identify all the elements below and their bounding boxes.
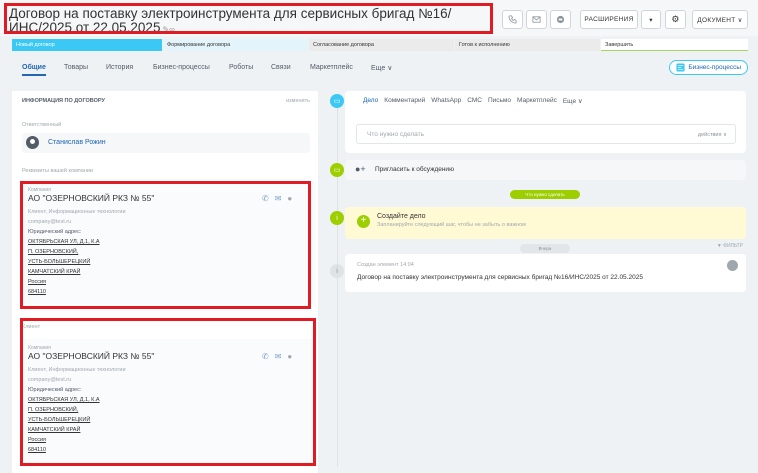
edit-info-link[interactable]: изменить	[286, 98, 310, 104]
flow-icon	[676, 63, 685, 72]
tab-business-processes[interactable]: Бизнес-процессы	[153, 64, 210, 71]
add-user-icon: ●+	[355, 164, 366, 174]
history-item-text: Договор на поставку электроинструмента д…	[357, 274, 643, 281]
business-processes-button[interactable]: Бизнес-процессы	[669, 60, 748, 75]
tab-sms[interactable]: СМС	[467, 97, 482, 105]
editor-tabs: Дело Комментарий WhatsApp СМС Письмо Мар…	[363, 97, 583, 105]
tab-more[interactable]: Еще ∨	[563, 97, 583, 105]
date-divider: Вчера	[520, 244, 570, 253]
tab-bar: Общие Товары История Бизнес-процессы Роб…	[12, 58, 752, 80]
created-time: 14:04	[400, 262, 414, 268]
tab-general[interactable]: Общие	[22, 64, 46, 76]
mail-icon[interactable]	[526, 10, 547, 29]
actions-dropdown[interactable]: действия ∨	[698, 132, 727, 138]
stage-finish[interactable]: Завершить	[601, 39, 748, 51]
top-bar: Договор на поставку электроинструмента д…	[0, 0, 758, 36]
responsible-label: Ответственный	[22, 122, 62, 128]
timeline-panel: ▭ ▭ i i Дело Комментарий WhatsApp СМС Пи…	[327, 91, 747, 473]
invite-to-discussion[interactable]: ●+ Пригласить к обсуждению	[345, 160, 746, 180]
info-heading: ИНФОРМАЦИЯ ПО ДОГОВОРУ	[22, 98, 105, 104]
created-label: Создан элемент	[357, 262, 399, 268]
phone-icon-glyph	[508, 15, 517, 24]
create-activity-block[interactable]: + Создайте дело Запланируйте следующий ш…	[345, 207, 746, 239]
tab-comment[interactable]: Комментарий	[384, 97, 425, 105]
comment-icon: ▭	[330, 163, 344, 177]
stage-bar: Новый договор Формирование договора Согл…	[12, 39, 752, 51]
stage-approval[interactable]: Согласование договора	[309, 39, 454, 51]
filter-button[interactable]: ▼ ФИЛЬТР	[717, 243, 743, 249]
document-button[interactable]: ДОКУМЕНТ ∨	[692, 10, 748, 29]
tab-links[interactable]: Связи	[271, 64, 291, 71]
stage-ready[interactable]: Готов к исполнению	[455, 39, 600, 51]
activity-icon: ▭	[330, 94, 344, 108]
invite-label: Пригласить к обсуждению	[375, 166, 454, 173]
phone-icon[interactable]	[502, 10, 523, 29]
todo-input[interactable]: Что нужно сделать действия ∨	[356, 124, 736, 144]
tab-activity[interactable]: Дело	[363, 97, 378, 105]
plus-icon[interactable]: +	[357, 215, 370, 228]
stage-forming[interactable]: Формирование договора	[163, 39, 308, 51]
responsible-field[interactable]: Станислав Рожин	[22, 133, 310, 153]
activity-editor: Дело Комментарий WhatsApp СМС Письмо Мар…	[345, 91, 746, 153]
create-activity-title: Создайте дело	[377, 213, 426, 220]
tab-marketplace[interactable]: Маркетплейс	[517, 97, 557, 105]
tab-goods[interactable]: Товары	[64, 64, 88, 71]
stage-new[interactable]: Новый договор	[12, 39, 162, 51]
info-icon: i	[330, 264, 344, 278]
tab-whatsapp[interactable]: WhatsApp	[431, 97, 461, 105]
extensions-dropdown-button[interactable]: ▾	[641, 10, 661, 29]
responsible-name[interactable]: Станислав Рожин	[48, 139, 106, 146]
chat-icon-glyph	[556, 15, 565, 24]
tab-more[interactable]: Еще ∨	[371, 64, 392, 72]
history-item-header: Создан элемент 14:04	[357, 262, 414, 268]
todo-pill: Что нужно сделать	[510, 190, 580, 199]
tab-email[interactable]: Письмо	[488, 97, 511, 105]
history-item: Создан элемент 14:04 Договор на поставку…	[345, 254, 746, 292]
mail-icon-glyph	[532, 16, 541, 23]
info-icon: i	[330, 211, 344, 225]
extensions-button[interactable]: РАСШИРЕНИЯ	[580, 10, 638, 29]
timeline-line	[337, 97, 338, 467]
business-processes-label: Бизнес-процессы	[688, 64, 741, 71]
todo-placeholder: Что нужно сделать	[367, 131, 424, 138]
requisites-label: Реквизиты вашей компании	[22, 168, 93, 174]
tab-robots[interactable]: Роботы	[229, 64, 253, 71]
avatar	[26, 136, 39, 149]
create-activity-hint: Запланируйте следующий шаг, чтобы не заб…	[377, 222, 526, 228]
tab-marketplace[interactable]: Маркетплейс	[310, 64, 353, 71]
highlight-box-client	[20, 318, 316, 466]
title-highlight-box	[4, 3, 493, 34]
avatar	[727, 260, 738, 271]
settings-icon[interactable]: ⚙	[665, 10, 686, 29]
chat-icon[interactable]	[550, 10, 571, 29]
highlight-box-company	[20, 181, 311, 309]
tab-history[interactable]: История	[106, 64, 133, 71]
